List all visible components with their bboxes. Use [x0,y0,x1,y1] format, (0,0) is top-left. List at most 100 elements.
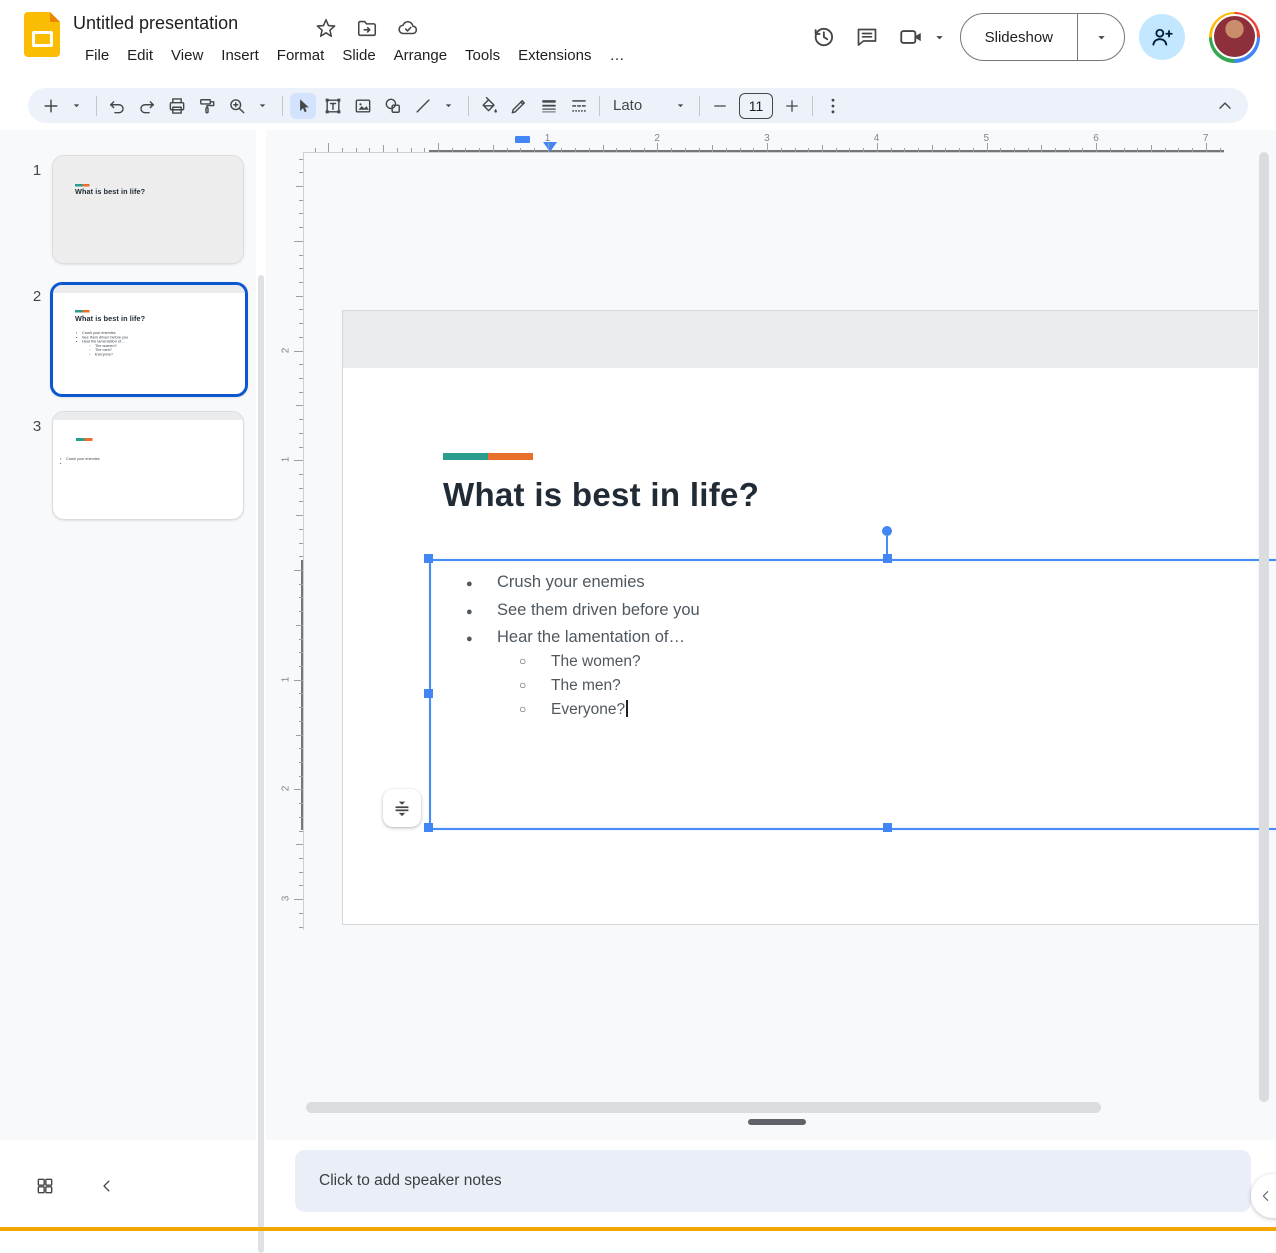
ruler-tick [657,143,658,152]
ruler-tick [299,913,304,914]
thumbnail-header-band [53,285,245,293]
menu-edit[interactable]: Edit [118,44,162,68]
slide-number: 2 [28,288,46,305]
border-color-button[interactable] [506,93,532,119]
ruler-tick [795,148,796,153]
horizontal-scrollbar[interactable] [306,1102,1101,1113]
insert-line-button[interactable] [410,93,436,119]
move-button[interactable] [353,14,381,42]
move-folder-icon [356,17,378,39]
insert-shape-button[interactable] [380,93,406,119]
filmstrip-scrollbar[interactable] [258,275,264,1253]
ruler-number: 2 [654,133,660,144]
bullet-item[interactable]: ○Everyone? [519,700,628,719]
print-button[interactable] [164,93,190,119]
font-size-input[interactable]: 11 [739,93,773,119]
ruler-tick [411,148,412,153]
slide-thumbnail-2[interactable]: What is best in life? Crush your enemies… [50,282,248,397]
ruler-number: 5 [984,133,990,144]
share-button[interactable] [1139,14,1185,60]
menu-slide[interactable]: Slide [333,44,384,68]
accent-teal [75,310,83,313]
slide-header-band [343,311,1258,368]
ruler-tick [299,282,304,283]
menu-extensions[interactable]: Extensions [509,44,600,68]
first-line-indent-marker[interactable] [515,136,530,143]
ruler-tick [1137,148,1138,153]
bullet-item[interactable]: ●Hear the lamentation of… [466,628,685,647]
new-slide-caret[interactable] [63,93,89,119]
menu-tools[interactable]: Tools [456,44,509,68]
resize-handle-bottom-left[interactable] [424,823,433,832]
slide-editor[interactable]: What is best in life? ●Crush your enemie… [342,310,1258,925]
menu-arrange[interactable]: Arrange [385,44,456,68]
menu-overflow[interactable]: … [600,44,633,68]
toolbar: Lato 11 [28,88,1248,123]
paint-format-button[interactable] [194,93,220,119]
border-weight-button[interactable] [536,93,562,119]
bullet-item[interactable]: ●Crush your enemies [466,573,645,592]
zoom-caret[interactable] [249,93,275,119]
star-button[interactable] [312,14,340,42]
collapse-sidebar-button[interactable] [1251,1174,1276,1218]
autofit-options-button[interactable] [383,789,421,827]
text-box-button[interactable] [320,93,346,119]
bullet-item[interactable]: ●See them driven before you [466,601,700,620]
resize-handle-middle-left[interactable] [424,689,433,698]
bullet-item[interactable]: ○The men? [519,677,621,695]
ruler-tick [296,296,303,297]
toolbar-divider [468,96,469,116]
grid-view-icon [35,1176,55,1196]
grid-view-button[interactable] [30,1171,60,1201]
menu-format[interactable]: Format [268,44,334,68]
paint-roller-icon [197,96,217,116]
slides-logo-icon[interactable] [24,12,60,57]
camera-caret-down-icon[interactable] [933,31,946,44]
resize-handle-bottom-center[interactable] [883,823,892,832]
resize-handle-top-left[interactable] [424,554,433,563]
notes-resize-handle[interactable] [748,1119,806,1125]
more-vertical-icon [823,96,843,116]
fill-color-button[interactable] [476,93,502,119]
slideshow-button[interactable]: Slideshow [961,14,1077,60]
ruler-tick [299,488,304,489]
decrease-font-size-button[interactable] [707,93,733,119]
increase-font-size-button[interactable] [779,93,805,119]
more-options-button[interactable] [820,93,846,119]
document-title[interactable]: Untitled presentation [73,13,238,34]
ruler-tick [891,148,892,153]
slideshow-options-button[interactable] [1077,14,1124,60]
border-dash-button[interactable] [566,93,592,119]
line-caret[interactable] [435,93,461,119]
ruler-tick [299,707,304,708]
version-history-button[interactable] [801,15,845,59]
account-avatar[interactable] [1209,12,1260,63]
bullet-item[interactable]: ○The women? [519,653,641,671]
plus-icon [41,96,61,116]
undo-button[interactable] [104,93,130,119]
ruler-tick [328,143,329,152]
slide-thumbnail-3[interactable]: Crush your enemies [52,411,244,520]
present-to-meet-button[interactable] [889,15,933,59]
new-slide-button[interactable] [38,93,64,119]
font-family-select[interactable]: Lato [607,97,692,114]
speaker-notes[interactable]: Click to add speaker notes [295,1150,1251,1212]
insert-image-button[interactable] [350,93,376,119]
vertical-scrollbar[interactable] [1259,152,1269,1102]
ruler-number: 3 [280,896,291,902]
slide-title[interactable]: What is best in life? [443,476,759,514]
menu-view[interactable]: View [162,44,212,68]
slide-thumbnail-1[interactable]: What is best in life? [52,155,244,264]
redo-button[interactable] [134,93,160,119]
comments-button[interactable] [845,15,889,59]
document-status-button[interactable] [394,14,422,42]
collapse-filmstrip-button[interactable] [92,1171,122,1201]
resize-handle-top-center[interactable] [883,554,892,563]
select-tool-button[interactable] [290,93,316,119]
speaker-notes-placeholder: Click to add speaker notes [319,1172,502,1190]
menu-insert[interactable]: Insert [212,44,268,68]
hide-menus-button[interactable] [1212,93,1238,119]
zoom-button[interactable] [224,93,250,119]
rotation-handle[interactable] [882,526,892,536]
menu-file[interactable]: File [76,44,118,68]
